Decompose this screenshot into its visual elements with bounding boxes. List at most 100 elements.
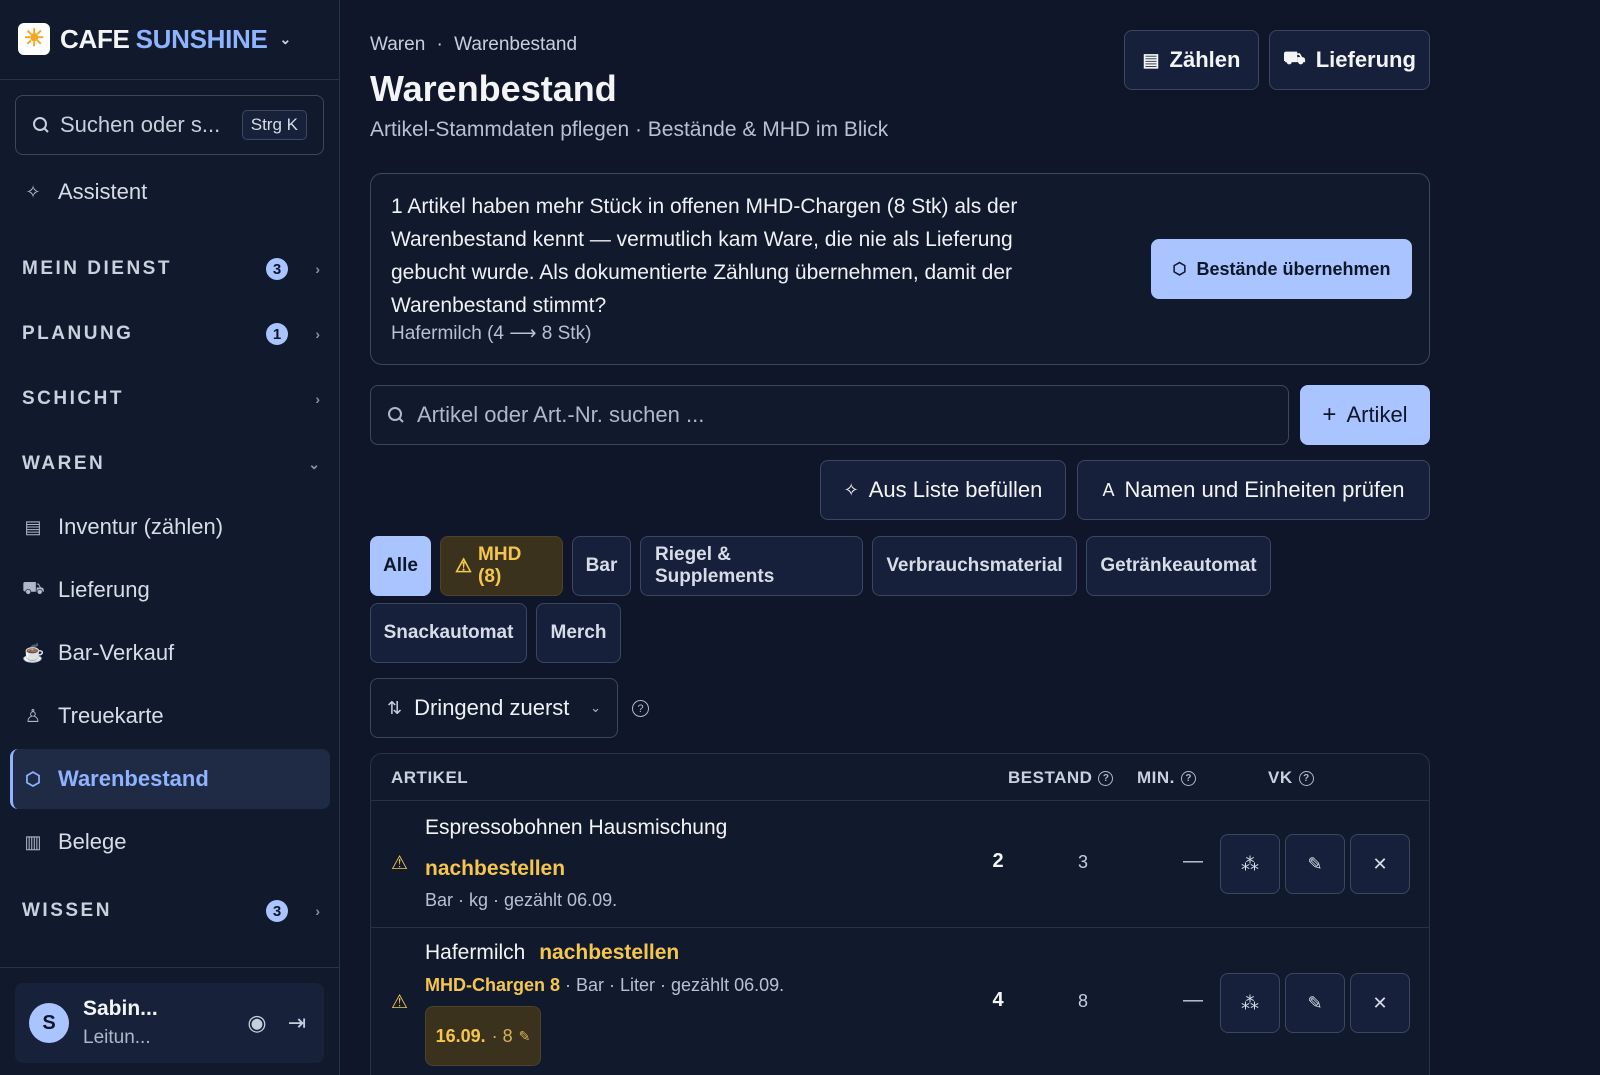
check-names-button[interactable]: A Namen und Einheiten prüfen [1077, 460, 1430, 520]
main-content: Waren · Warenbestand Warenbestand Artike… [370, 0, 1430, 1075]
section-label: WAREN [22, 453, 106, 474]
filter-alle[interactable]: Alle [370, 536, 431, 596]
workspace-switcher[interactable]: ☀ CAFE SUNSHINE ⌄ [18, 20, 291, 58]
spellcheck-icon: A [1102, 479, 1115, 500]
sidebar-item-lieferung[interactable]: ⛟ Lieferung [22, 577, 150, 603]
edit-button[interactable]: ✎ [1285, 834, 1345, 894]
chevron-right-icon: › [315, 391, 320, 407]
help-icon[interactable]: ? [1298, 770, 1314, 786]
article-meta: MHD-Chargen 8 · Bar · Liter · gezählt 06… [425, 975, 784, 996]
fill-from-list-button[interactable]: ✧ Aus Liste befüllen [820, 460, 1066, 520]
stock-value: 4 [992, 989, 1004, 1011]
profile-icon[interactable]: ◉ [244, 1010, 270, 1036]
sidebar-item-bar-verkauf[interactable]: ☕ Bar-Verkauf [22, 640, 174, 666]
divider [0, 79, 340, 80]
sidebar-item-treuekarte[interactable]: ♙ Treuekarte [22, 703, 164, 729]
apply-stock-button[interactable]: ⬡ Bestände übernehmen [1151, 239, 1412, 299]
user-card: S Sabin... Leitun... ◉ ⇥ [15, 983, 324, 1063]
column-label: ARTIKEL [391, 768, 469, 787]
sidebar-item-inventur[interactable]: ▤ Inventur (zählen) [22, 514, 223, 540]
apply-stock-label: Bestände übernehmen [1196, 258, 1391, 279]
breadcrumb-current: Warenbestand [454, 34, 578, 55]
article-search-placeholder: Artikel oder Art.-Nr. suchen ... [417, 402, 705, 427]
plus-icon: + [1322, 401, 1337, 428]
pencil-icon: ✎ [1307, 853, 1323, 874]
help-icon[interactable]: ? [1098, 770, 1114, 786]
chevron-down-icon: ⌄ [279, 30, 292, 47]
lot-date: 16.09. [435, 1025, 486, 1046]
notice-text: 1 Artikel haben mehr Stück in offenen MH… [391, 195, 1018, 317]
logout-icon[interactable]: ⇥ [284, 1010, 310, 1036]
sidebar-item-belege[interactable]: ▥ Belege [22, 829, 126, 855]
section-label: PLANUNG [22, 323, 134, 344]
close-icon: ✕ [1372, 853, 1388, 874]
package-icon: ⬡ [1172, 261, 1187, 278]
article-meta-text: · Bar · Liter · gezählt 06.09. [560, 975, 785, 995]
add-article-label: Artikel [1346, 402, 1408, 427]
batches-button[interactable]: ⁂ [1220, 973, 1280, 1033]
filter-bar[interactable]: Bar [572, 536, 631, 596]
filter-riegel[interactable]: Riegel & Supplements [640, 536, 863, 596]
section-waren[interactable]: WAREN ⌄ [22, 453, 320, 475]
help-icon[interactable]: ? [632, 700, 649, 717]
delete-button[interactable]: ✕ [1350, 973, 1410, 1033]
chevron-right-icon: › [315, 903, 320, 919]
filter-getraenkeautomat[interactable]: Getränkeautomat [1086, 536, 1271, 596]
min-value: 3 [1077, 852, 1088, 872]
delivery-button[interactable]: ⛟ Lieferung [1269, 30, 1430, 90]
user-name: Sabin... [83, 997, 158, 1020]
count-badge: 3 [266, 258, 288, 280]
help-icon[interactable]: ? [1180, 770, 1196, 786]
warning-icon: ⚠ [391, 992, 409, 1013]
edit-button[interactable]: ✎ [1285, 973, 1345, 1033]
filter-merch[interactable]: Merch [536, 603, 621, 663]
page-subtitle: Artikel-Stammdaten pflegen · Bestände & … [370, 118, 889, 141]
sidebar-item-assistant[interactable]: ✧ Assistent [22, 179, 147, 205]
cup-icon: ☕ [22, 642, 45, 663]
breadcrumb-parent[interactable]: Waren [370, 34, 425, 55]
column-label: MIN. [1137, 768, 1175, 787]
section-planung[interactable]: PLANUNG 1 › [22, 323, 320, 345]
sidebar-item-warenbestand[interactable]: ⬡ Warenbestand [22, 766, 209, 792]
add-article-button[interactable]: + Artikel [1300, 385, 1430, 445]
section-mein-dienst[interactable]: MEIN DIENST 3 › [22, 258, 320, 280]
sort-icon: ⇅ [387, 697, 403, 718]
filter-snackautomat[interactable]: Snackautomat [370, 603, 527, 663]
reorder-status: nachbestellen [539, 941, 680, 964]
brand-name-part2: SUNSHINE [135, 23, 268, 54]
filter-label: MHD (8) [478, 544, 522, 587]
lot-chip[interactable]: 16.09. · 8 ✎ [425, 1006, 541, 1066]
warning-icon: ⚠ [391, 853, 409, 874]
article-search-input[interactable]: Artikel oder Art.-Nr. suchen ... [370, 385, 1289, 445]
sparkle-icon: ✧ [25, 181, 41, 202]
filter-label: Alle [383, 555, 418, 576]
stock-value: 2 [992, 850, 1004, 872]
filter-label: Bar [585, 555, 618, 576]
section-label: WISSEN [22, 900, 112, 921]
search-icon [33, 117, 49, 133]
user-role: Leitun... [83, 1027, 151, 1048]
article-name: Espressobohnen Hausmischung [425, 816, 728, 839]
truck-icon: ⛟ [1283, 48, 1306, 68]
divider [371, 800, 1429, 801]
pencil-icon: ✎ [1307, 992, 1323, 1013]
filter-mhd[interactable]: ⚠ MHD (8) [440, 536, 563, 596]
notice-detail: Hafermilch (4 ⟶ 8 Stk) [391, 323, 592, 344]
sun-icon: ☀ [18, 23, 50, 55]
avatar[interactable]: S [29, 1003, 69, 1043]
batches-button[interactable]: ⁂ [1220, 834, 1280, 894]
sidebar-item-label: Bar-Verkauf [58, 640, 175, 665]
section-wissen[interactable]: WISSEN 3 › [22, 900, 320, 922]
global-search[interactable]: Suchen oder s... Strg K [15, 95, 324, 155]
delete-button[interactable]: ✕ [1350, 834, 1410, 894]
count-button[interactable]: ▤ Zählen [1124, 30, 1259, 90]
sort-select[interactable]: ⇅ Dringend zuerst ⌄ [370, 678, 618, 738]
min-value: 8 [1077, 991, 1088, 1011]
filter-verbrauchsmaterial[interactable]: Verbrauchsmaterial [872, 536, 1077, 596]
section-schicht[interactable]: SCHICHT › [22, 388, 320, 410]
receipt-icon: ▥ [24, 831, 42, 852]
sidebar-item-label: Assistent [58, 179, 148, 204]
brand-name-part1: CAFE [60, 23, 130, 54]
sidebar-item-label: Treuekarte [58, 703, 164, 728]
article-table: ARTIKEL BESTAND? MIN.? VK? ⚠ Espressoboh… [370, 753, 1430, 1075]
